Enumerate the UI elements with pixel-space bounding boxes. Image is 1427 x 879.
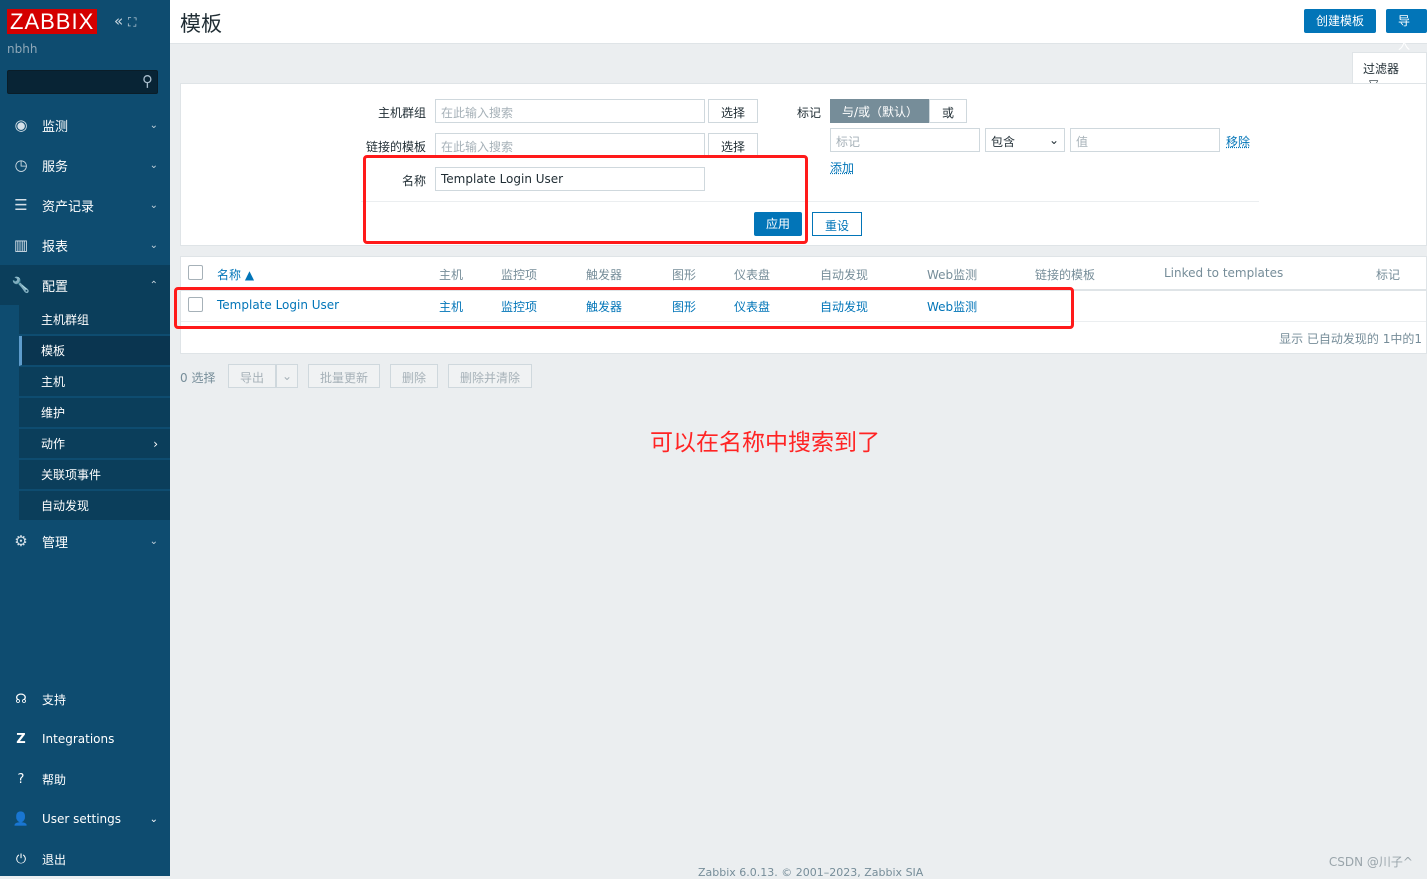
wrench-icon: 🔧 bbox=[11, 276, 31, 294]
nav-monitoring[interactable]: ◉ 监测 ⌄ bbox=[0, 105, 170, 145]
host-group-select-button[interactable]: 选择 bbox=[708, 99, 759, 123]
chevron-down-icon: ⌄ bbox=[149, 813, 158, 825]
sort-name-header[interactable]: 名称 ▲ bbox=[217, 266, 254, 283]
chevron-down-icon: ⌄ bbox=[149, 119, 158, 131]
nav-sign-out[interactable]: ⏻ 退出 bbox=[0, 839, 170, 879]
footer: Zabbix 6.0.13. © 2001–2023, Zabbix SIA bbox=[698, 866, 924, 879]
chevron-up-icon: ⌃ bbox=[149, 279, 158, 291]
header: 模板 创建模板 导入 bbox=[170, 0, 1427, 52]
nav-inventory[interactable]: ☰ 资产记录 ⌄ bbox=[0, 185, 170, 225]
zabbix-logo[interactable]: ZABBIX bbox=[7, 9, 98, 34]
chevron-down-icon: ⌄ bbox=[149, 199, 158, 211]
gear-icon: ⚙ bbox=[14, 532, 28, 550]
nav-help[interactable]: ? 帮助 bbox=[0, 759, 170, 799]
import-button[interactable]: 导入 bbox=[1386, 9, 1427, 52]
host-group-input[interactable]: 在此输入搜索 bbox=[435, 99, 705, 123]
mass-update-button[interactable]: 批量更新 bbox=[308, 364, 381, 388]
help-icon: ? bbox=[17, 771, 25, 787]
nav-user-settings[interactable]: 👤 User settings ⌄ bbox=[0, 799, 170, 839]
tag-input[interactable]: 标记 bbox=[830, 128, 980, 152]
subnav-templates[interactable]: 模板 bbox=[19, 336, 170, 366]
page-title: 模板 bbox=[180, 12, 222, 36]
selected-count: 0 选择 bbox=[180, 371, 216, 385]
sidebar: ZABBIX « ⛶ nbhh ⚲ ◉ 监测 ⌄ ◷ 服务 ⌄ ☰ 资产记录 ⌄ ▥ 报表 ⌄ … bbox=[0, 0, 170, 876]
subnav-host-groups[interactable]: 主机群组 bbox=[19, 305, 170, 335]
chevron-down-icon: ⌄ bbox=[149, 239, 158, 251]
collapse-icon[interactable]: « bbox=[114, 12, 123, 30]
select-all-checkbox[interactable] bbox=[188, 265, 203, 280]
power-icon: ⏻ bbox=[15, 851, 27, 867]
subnav-actions[interactable]: 动作 › bbox=[19, 429, 170, 459]
list-icon: ☰ bbox=[14, 196, 28, 214]
export-button[interactable]: 导出 bbox=[228, 364, 277, 388]
nav-services[interactable]: ◷ 服务 ⌄ bbox=[0, 145, 170, 185]
clock-icon: ◷ bbox=[14, 156, 28, 174]
kiosk-icon[interactable]: ⛶ bbox=[128, 15, 136, 29]
and-or-radio[interactable]: 与/或（默认） bbox=[830, 99, 931, 123]
export-dropdown-button[interactable]: ⌄ bbox=[276, 364, 299, 388]
add-tag-link[interactable]: 添加 bbox=[830, 159, 854, 176]
nav-support[interactable]: ☊ 支持 bbox=[0, 679, 170, 719]
nav-administration[interactable]: ⚙ 管理 ⌄ bbox=[0, 521, 170, 561]
filter-tab[interactable]: 过滤器 ▽ bbox=[1352, 52, 1427, 91]
chevron-right-icon: › bbox=[153, 436, 158, 451]
delete-button[interactable]: 删除 bbox=[390, 364, 439, 388]
subnav-event-correlation[interactable]: 关联项事件 bbox=[19, 460, 170, 490]
remove-tag-link[interactable]: 移除 bbox=[1226, 133, 1250, 150]
chart-icon: ▥ bbox=[13, 236, 29, 254]
table-summary: 显示 已自动发现的 1中的1 bbox=[1279, 332, 1422, 346]
linked-templates-input[interactable]: 在此输入搜索 bbox=[435, 133, 705, 157]
chevron-down-icon: ⌄ bbox=[149, 159, 158, 171]
highlight-box bbox=[174, 287, 1074, 329]
subnav-maintenance[interactable]: 维护 bbox=[19, 398, 170, 428]
nav-reports[interactable]: ▥ 报表 ⌄ bbox=[0, 225, 170, 265]
chevron-down-icon: ⌄ bbox=[1048, 133, 1059, 147]
or-radio[interactable]: 或 bbox=[929, 99, 968, 123]
server-name: nbhh bbox=[7, 42, 38, 56]
nav-configuration[interactable]: 🔧 配置 ⌃ bbox=[0, 265, 170, 305]
reset-button[interactable]: 重设 bbox=[812, 212, 863, 236]
z-icon: Z bbox=[16, 731, 26, 747]
chevron-down-icon: ⌄ bbox=[149, 535, 158, 547]
nav-integrations[interactable]: Z Integrations bbox=[0, 719, 170, 759]
subnav-discovery[interactable]: 自动发现 bbox=[19, 491, 170, 521]
watermark: CSDN @川子^ bbox=[1328, 855, 1413, 869]
headset-icon: ☊ bbox=[15, 691, 27, 707]
subnav-hosts[interactable]: 主机 bbox=[19, 367, 170, 397]
highlight-box bbox=[363, 155, 808, 244]
chevron-down-icon: ⌄ bbox=[282, 369, 293, 383]
linked-templates-select-button[interactable]: 选择 bbox=[708, 133, 759, 157]
annotation-text: 可以在名称中搜索到了 bbox=[650, 430, 880, 456]
delete-and-clear-button[interactable]: 删除并清除 bbox=[448, 364, 533, 388]
tag-value-input[interactable]: 值 bbox=[1070, 128, 1220, 152]
search-icon[interactable]: ⚲ bbox=[142, 72, 153, 90]
user-icon: 👤 bbox=[12, 811, 30, 827]
sidebar-search-input[interactable]: ⚲ bbox=[7, 70, 158, 94]
operator-select[interactable]: 包含 ⌄ bbox=[985, 128, 1065, 152]
eye-icon: ◉ bbox=[14, 116, 28, 134]
create-template-button[interactable]: 创建模板 bbox=[1304, 9, 1377, 33]
